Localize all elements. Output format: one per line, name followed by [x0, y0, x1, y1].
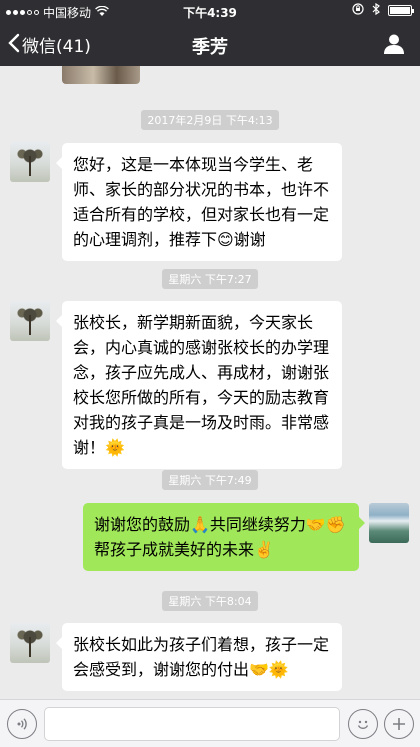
profile-button[interactable] [382, 32, 406, 56]
my-avatar[interactable] [369, 503, 409, 543]
contact-avatar[interactable] [10, 623, 50, 663]
incoming-message[interactable]: 张校长如此为孩子们着想，孩子一定会感受到，谢谢您的付出🤝🌞 [56, 623, 342, 691]
message-input[interactable] [44, 707, 340, 741]
timestamp: 星期六 下午7:49 [0, 469, 420, 490]
contact-avatar[interactable] [10, 301, 50, 341]
timestamp: 2017年2月9日 下午4:13 [0, 109, 420, 130]
input-bar [0, 699, 420, 747]
smiley-icon [357, 720, 369, 729]
voice-button[interactable] [7, 709, 37, 739]
person-icon [384, 34, 404, 54]
chat-title: 季芳 [192, 37, 228, 58]
contact-avatar[interactable] [10, 142, 50, 182]
voice-icon [17, 718, 27, 730]
bluetooth-icon [372, 2, 380, 18]
status-right [352, 2, 414, 18]
rotation-lock-icon [352, 3, 364, 18]
plus-icon [393, 718, 405, 730]
status-bar: 中国移动 下午4:39 [0, 0, 420, 22]
previous-image-message[interactable] [62, 66, 140, 84]
outgoing-message[interactable]: 谢谢您的鼓励🙏共同继续努力🤝✊帮孩子成就美好的未来✌️ [83, 503, 365, 571]
timestamp: 星期六 下午8:04 [0, 590, 420, 611]
more-button[interactable] [384, 709, 414, 739]
chat-area[interactable]: 2017年2月9日 下午4:13 您好，这是一本体现当今学生、老师、家长的部分状… [0, 66, 420, 699]
nav-bar: 微信(41) 季芳 [0, 22, 420, 66]
emoji-button[interactable] [348, 709, 378, 739]
incoming-message[interactable]: 您好，这是一本体现当今学生、老师、家长的部分状况的书本，也许不适合所有的学校，但… [56, 143, 342, 261]
incoming-message[interactable]: 张校长，新学期新面貌，今天家长会，内心真诚的感谢张校长的办学理念，孩子应先成人、… [56, 301, 342, 469]
timestamp: 星期六 下午7:27 [0, 268, 420, 289]
battery-icon [388, 5, 414, 16]
